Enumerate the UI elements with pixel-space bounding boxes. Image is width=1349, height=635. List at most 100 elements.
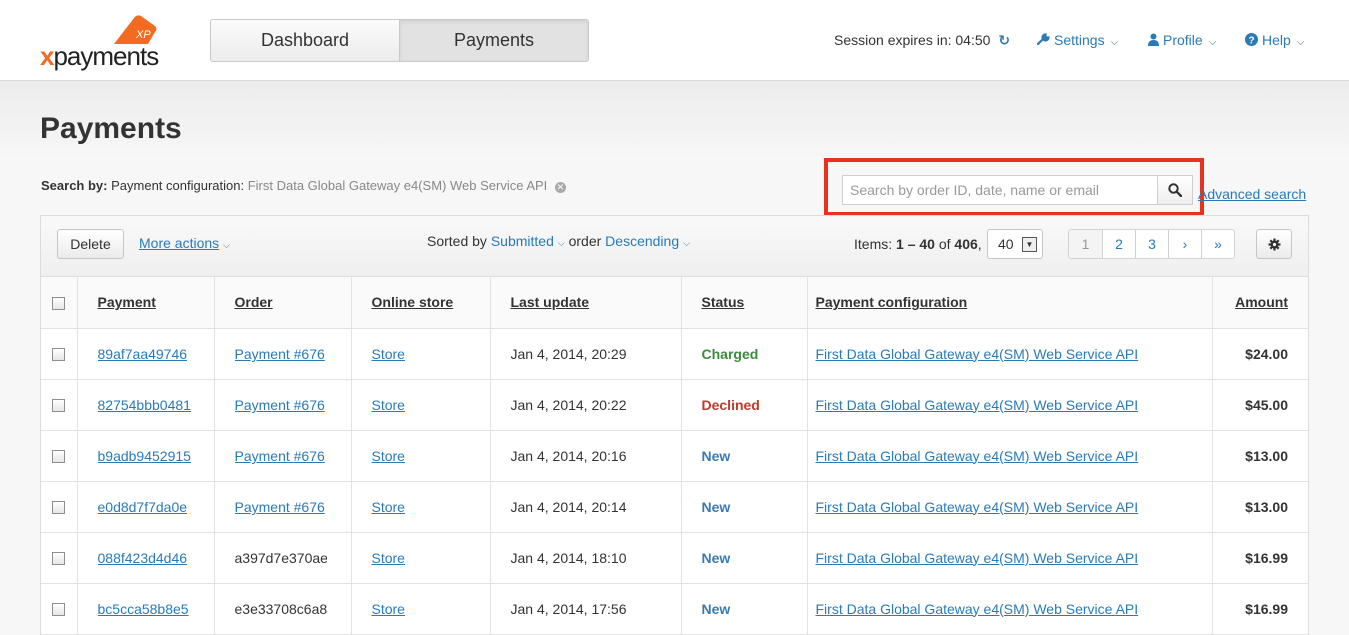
profile-menu[interactable]: Profile ⌵ <box>1148 32 1216 48</box>
table-row[interactable]: 088f423d4d46 a397d7e370ae Store Jan 4, 2014… <box>41 532 1308 584</box>
row-checkbox[interactable] <box>52 501 66 515</box>
status-badge: New <box>701 498 731 515</box>
filter-value: First Data Global Gateway e4(SM) Web Ser… <box>247 178 548 193</box>
dropdown-arrow-icon: ▼ <box>1022 237 1037 252</box>
table-row[interactable]: bc5cca58b8e5 e3e33708c6a8 Store Jan 4, 2014… <box>41 583 1308 635</box>
more-actions-menu[interactable]: More actions ⌵ <box>139 235 230 251</box>
order-link[interactable]: Payment #676 <box>235 448 325 464</box>
sort-order-dropdown[interactable]: Descending ⌵ <box>605 233 690 249</box>
last-update-value: Jan 4, 2014, 20:14 <box>510 498 627 515</box>
row-select-cell <box>41 532 78 584</box>
store-link[interactable]: Store <box>372 448 405 464</box>
advanced-search-link[interactable]: Advanced search <box>1198 186 1306 202</box>
row-checkbox[interactable] <box>52 348 66 362</box>
row-select-cell <box>41 379 78 431</box>
items-range: 1 – 40 <box>896 236 935 252</box>
order-link[interactable]: Payment #676 <box>235 397 325 413</box>
row-select-cell <box>41 430 78 482</box>
table-row[interactable]: b9adb9452915 Payment #676 Store Jan 4, 2014… <box>41 430 1308 482</box>
settings-label: Settings <box>1054 32 1105 48</box>
more-actions-label: More actions <box>139 235 220 251</box>
wrench-icon <box>1036 33 1050 46</box>
payment-id-link[interactable]: e0d8d7f7da0e <box>98 499 188 515</box>
status-badge: Charged <box>701 345 759 362</box>
sort-order-value: Descending <box>605 233 680 249</box>
column-header-online-store[interactable]: Online store <box>351 277 491 329</box>
payment-id-link[interactable]: 82754bbb0481 <box>98 397 191 413</box>
table-settings-button[interactable] <box>1256 229 1292 259</box>
payment-id-link[interactable]: 89af7aa49746 <box>98 346 188 362</box>
order-link[interactable]: Payment #676 <box>235 346 325 362</box>
table-row[interactable]: 89af7aa49746 Payment #676 Store Jan 4, 2014… <box>41 328 1308 380</box>
column-header-payment[interactable]: Payment <box>77 277 215 329</box>
amount-value: $45.00 <box>1245 396 1288 413</box>
chevron-down-icon: ⌵ <box>1110 37 1119 48</box>
column-header-payment-configuration[interactable]: Payment configuration <box>807 277 1213 329</box>
question-circle-icon: ? <box>1245 33 1258 47</box>
amount-value: $16.99 <box>1245 600 1288 617</box>
page-1[interactable]: 1 <box>1069 230 1102 258</box>
delete-button[interactable]: Delete <box>57 229 124 259</box>
payment-configuration-link[interactable]: First Data Global Gateway e4(SM) Web Ser… <box>816 499 1139 515</box>
search-by-label: Search by: <box>41 178 108 193</box>
column-header-order[interactable]: Order <box>214 277 352 329</box>
page-2[interactable]: 2 <box>1102 230 1135 258</box>
page-title: Payments <box>40 112 182 145</box>
session-text: Session expires in: 04:50 <box>834 32 991 48</box>
last-update-value: Jan 4, 2014, 20:29 <box>510 345 627 362</box>
amount-value: $24.00 <box>1245 345 1288 362</box>
tab-dashboard[interactable]: Dashboard <box>211 20 399 61</box>
next-page-button[interactable]: › <box>1168 230 1201 258</box>
per-page-select[interactable]: 40 ▼ <box>987 229 1043 259</box>
column-header-status[interactable]: Status <box>681 277 808 329</box>
payment-id-link[interactable]: bc5cca58b8e5 <box>98 601 189 617</box>
store-link[interactable]: Store <box>372 346 405 362</box>
help-menu[interactable]: ? Help ⌵ <box>1245 32 1304 48</box>
items-count: Items: 1 – 40 of 406, <box>854 236 982 252</box>
order-link[interactable]: Payment #676 <box>235 499 325 515</box>
filter-name: Payment configuration: <box>111 178 245 193</box>
row-checkbox[interactable] <box>52 552 66 566</box>
payment-configuration-link[interactable]: First Data Global Gateway e4(SM) Web Ser… <box>816 448 1139 464</box>
row-checkbox[interactable] <box>52 450 66 464</box>
tab-payments[interactable]: Payments <box>399 20 588 61</box>
payment-configuration-link[interactable]: First Data Global Gateway e4(SM) Web Ser… <box>816 550 1139 566</box>
logo-tag-text: XP <box>135 29 151 41</box>
sorted-by-label: Sorted by <box>427 233 487 249</box>
column-header-last-update[interactable]: Last update <box>490 277 682 329</box>
page-3[interactable]: 3 <box>1135 230 1168 258</box>
last-update-value: Jan 4, 2014, 20:16 <box>510 447 627 464</box>
table-row[interactable]: 82754bbb0481 Payment #676 Store Jan 4, 2014… <box>41 379 1308 431</box>
row-select-cell <box>41 481 78 533</box>
payment-id-link[interactable]: 088f423d4d46 <box>98 550 188 566</box>
refresh-icon[interactable]: ↻ <box>998 32 1010 48</box>
search-input[interactable] <box>842 175 1158 205</box>
search-filter-summary: Search by: Payment configuration: First … <box>41 178 566 193</box>
sort-field-dropdown[interactable]: Submitted ⌵ <box>491 233 565 249</box>
store-link[interactable]: Store <box>372 499 405 515</box>
table-row[interactable]: e0d8d7f7da0e Payment #676 Store Jan 4, 2014… <box>41 481 1308 533</box>
payment-id-link[interactable]: b9adb9452915 <box>98 448 191 464</box>
table-header-row: Payment Order Online store Last update S… <box>41 277 1308 329</box>
store-link[interactable]: Store <box>372 550 405 566</box>
remove-filter-icon[interactable]: ✕ <box>554 182 566 193</box>
payment-configuration-link[interactable]: First Data Global Gateway e4(SM) Web Ser… <box>816 397 1139 413</box>
row-checkbox[interactable] <box>52 399 66 413</box>
chevron-down-icon: ⌵ <box>1208 37 1217 48</box>
select-all-checkbox[interactable] <box>52 297 66 311</box>
store-link[interactable]: Store <box>372 397 405 413</box>
xpayments-logo[interactable]: XP xpayments <box>40 14 175 71</box>
payment-configuration-link[interactable]: First Data Global Gateway e4(SM) Web Ser… <box>816 346 1139 362</box>
payment-configuration-link[interactable]: First Data Global Gateway e4(SM) Web Ser… <box>816 601 1139 617</box>
settings-menu[interactable]: Settings ⌵ <box>1036 32 1119 48</box>
row-select-cell <box>41 328 78 380</box>
row-checkbox[interactable] <box>52 603 66 617</box>
search-button[interactable] <box>1157 175 1193 205</box>
chevron-down-icon: ⌵ <box>683 238 690 248</box>
column-header-amount[interactable]: Amount <box>1212 277 1308 329</box>
order-id: a397d7e370ae <box>234 550 327 567</box>
last-page-button[interactable]: » <box>1201 230 1234 258</box>
status-badge: Declined <box>701 396 760 413</box>
payments-panel: Delete More actions ⌵ Sorted by Submitted… <box>40 215 1309 635</box>
store-link[interactable]: Store <box>372 601 405 617</box>
